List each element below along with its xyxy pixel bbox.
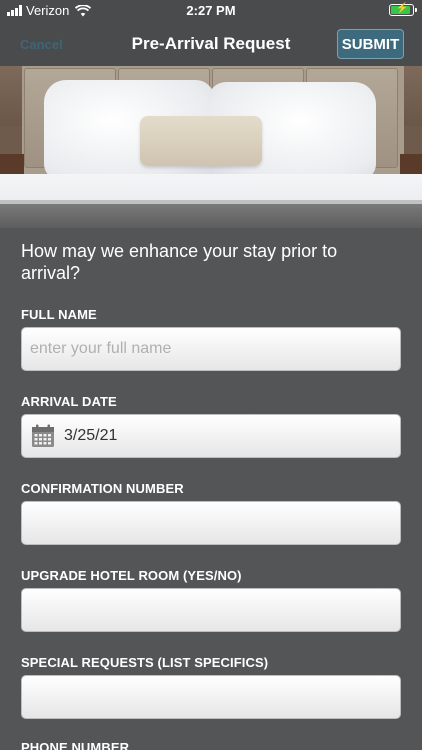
confirmation-number-input[interactable] <box>21 501 401 545</box>
charging-bolt-icon: ⚡ <box>396 3 409 14</box>
submit-button[interactable]: SUBMIT <box>337 29 404 59</box>
full-name-label: FULL NAME <box>21 307 97 322</box>
upgrade-room-label: UPGRADE HOTEL ROOM (YES/NO) <box>21 568 242 583</box>
confirmation-number-label: CONFIRMATION NUMBER <box>21 481 184 496</box>
status-bar: Verizon 2:27 PM ⚡ <box>0 0 422 22</box>
calendar-icon <box>32 424 54 447</box>
battery-icon: ⚡ <box>389 3 417 16</box>
special-requests-input[interactable] <box>21 675 401 719</box>
arrival-date-label: ARRIVAL DATE <box>21 394 117 409</box>
navigation-bar: Cancel Pre-Arrival Request SUBMIT <box>0 22 422 66</box>
pre-arrival-form: How may we enhance your stay prior to ar… <box>0 228 422 750</box>
status-time: 2:27 PM <box>186 3 236 18</box>
arrival-date-input[interactable] <box>21 414 401 458</box>
full-name-input[interactable] <box>21 327 401 371</box>
special-requests-label: SPECIAL REQUESTS (LIST SPECIFICS) <box>21 655 269 670</box>
form-intro: How may we enhance your stay prior to ar… <box>21 241 338 283</box>
phone-number-label: PHONE NUMBER <box>21 740 130 750</box>
upgrade-room-input[interactable] <box>21 588 401 632</box>
hotel-bed-image <box>0 66 422 228</box>
